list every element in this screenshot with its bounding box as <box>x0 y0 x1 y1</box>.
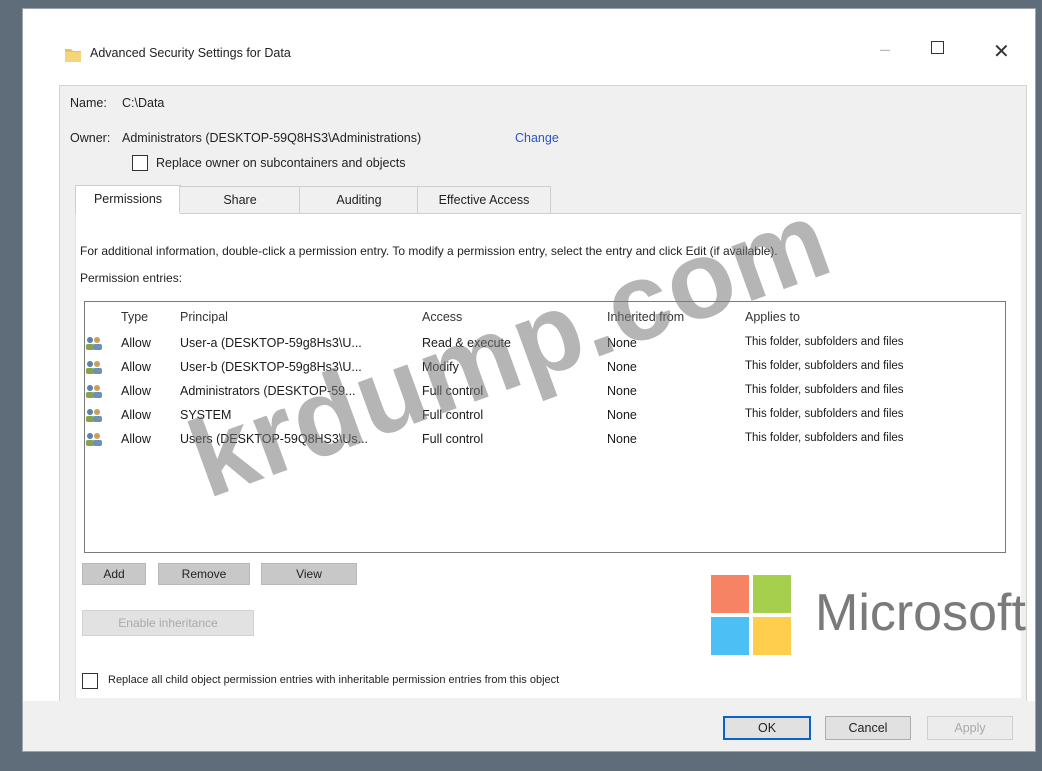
row-type: Allow <box>121 384 151 398</box>
row-type: Allow <box>121 408 151 422</box>
row-principal: SYSTEM <box>180 408 232 422</box>
row-applies-to: This folder, subfolders and files <box>745 408 904 420</box>
tab-share[interactable]: Share <box>179 186 301 213</box>
security-settings-window: Advanced Security Settings for Data – ✕ … <box>22 8 1036 752</box>
column-applies-to[interactable]: Applies to <box>745 310 800 324</box>
row-principal: Administrators (DESKTOP-59... <box>180 384 356 398</box>
row-type: Allow <box>121 360 151 374</box>
list-header: Type Principal Access Inherited from App… <box>85 310 1005 332</box>
permission-entries-list[interactable]: Type Principal Access Inherited from App… <box>84 301 1006 553</box>
users-icon <box>86 337 102 350</box>
table-row[interactable]: Allow User-a (DESKTOP-59g8Hs3\U... Read … <box>85 336 1005 358</box>
row-inherited-from: None <box>607 360 637 374</box>
tab-strip: Permissions Share Auditing Effective Acc… <box>75 185 1021 214</box>
row-access: Full control <box>422 384 484 398</box>
change-owner-link[interactable]: Change <box>515 131 559 145</box>
row-type: Allow <box>121 432 151 446</box>
window-title: Advanced Security Settings for Data <box>90 46 291 60</box>
replace-child-permissions-checkbox[interactable] <box>82 673 98 689</box>
microsoft-wordmark: Microsoft <box>815 584 1026 642</box>
maximize-button[interactable] <box>931 41 944 54</box>
row-principal: User-b (DESKTOP-59g8Hs3\U... <box>180 360 362 374</box>
dialog-footer: OK Cancel Apply <box>23 701 1035 751</box>
add-button[interactable]: Add <box>82 563 146 585</box>
tab-effective-access[interactable]: Effective Access <box>417 186 551 213</box>
row-applies-to: This folder, subfolders and files <box>745 360 904 372</box>
minimize-button[interactable]: – <box>880 39 890 60</box>
row-inherited-from: None <box>607 432 637 446</box>
replace-owner-label: Replace owner on subcontainers and objec… <box>156 156 406 170</box>
table-row[interactable]: Allow Users (DESKTOP-59Q8HS3\Us... Full … <box>85 432 1005 454</box>
info-text: For additional information, double-click… <box>80 244 778 258</box>
name-label: Name: <box>70 96 107 110</box>
owner-value: Administrators (DESKTOP-59Q8HS3\Administ… <box>122 131 422 145</box>
replace-child-permissions-label: Replace all child object permission entr… <box>108 674 560 686</box>
table-row[interactable]: Allow User-b (DESKTOP-59g8Hs3\U... Modif… <box>85 360 1005 382</box>
row-access: Read & execute <box>422 336 511 350</box>
users-icon <box>86 433 102 446</box>
name-value: C:\Data <box>122 96 165 110</box>
enable-inheritance-button[interactable]: Enable inheritance <box>82 610 254 636</box>
remove-button[interactable]: Remove <box>158 563 250 585</box>
owner-label: Owner: <box>70 131 111 145</box>
column-inherited-from[interactable]: Inherited from <box>607 310 684 324</box>
replace-owner-checkbox[interactable] <box>132 155 148 171</box>
tab-auditing[interactable]: Auditing <box>299 186 419 213</box>
folder-icon <box>65 49 81 62</box>
row-inherited-from: None <box>607 408 637 422</box>
tab-permissions[interactable]: Permissions <box>75 185 181 214</box>
permission-entries-label: Permission entries: <box>80 271 183 285</box>
logo-square-blue <box>711 617 749 655</box>
users-icon <box>86 385 102 398</box>
users-icon <box>86 409 102 422</box>
view-button[interactable]: View <box>261 563 357 585</box>
row-principal: User-a (DESKTOP-59g8Hs3\U... <box>180 336 362 350</box>
cancel-button[interactable]: Cancel <box>825 716 911 740</box>
row-inherited-from: None <box>607 384 637 398</box>
title-bar: Advanced Security Settings for Data – ✕ <box>23 9 1035 71</box>
table-row[interactable]: Allow SYSTEM Full control None This fold… <box>85 408 1005 430</box>
row-inherited-from: None <box>607 336 637 350</box>
ok-button[interactable]: OK <box>723 716 811 740</box>
row-type: Allow <box>121 336 151 350</box>
logo-square-yellow <box>753 617 791 655</box>
microsoft-logo-icon <box>711 575 791 655</box>
row-applies-to: This folder, subfolders and files <box>745 336 904 348</box>
column-type[interactable]: Type <box>121 310 148 324</box>
table-row[interactable]: Allow Administrators (DESKTOP-59... Full… <box>85 384 1005 406</box>
users-icon <box>86 361 102 374</box>
row-applies-to: This folder, subfolders and files <box>745 384 904 396</box>
row-applies-to: This folder, subfolders and files <box>745 432 904 444</box>
row-principal: Users (DESKTOP-59Q8HS3\Us... <box>180 432 369 446</box>
column-principal[interactable]: Principal <box>180 310 228 324</box>
apply-button[interactable]: Apply <box>927 716 1013 740</box>
column-access[interactable]: Access <box>422 310 462 324</box>
logo-square-green <box>753 575 791 613</box>
logo-square-red <box>711 575 749 613</box>
close-button[interactable]: ✕ <box>993 39 1010 64</box>
row-access: Full control <box>422 432 484 446</box>
row-access: Full control <box>422 408 484 422</box>
row-access: Modify <box>422 360 459 374</box>
